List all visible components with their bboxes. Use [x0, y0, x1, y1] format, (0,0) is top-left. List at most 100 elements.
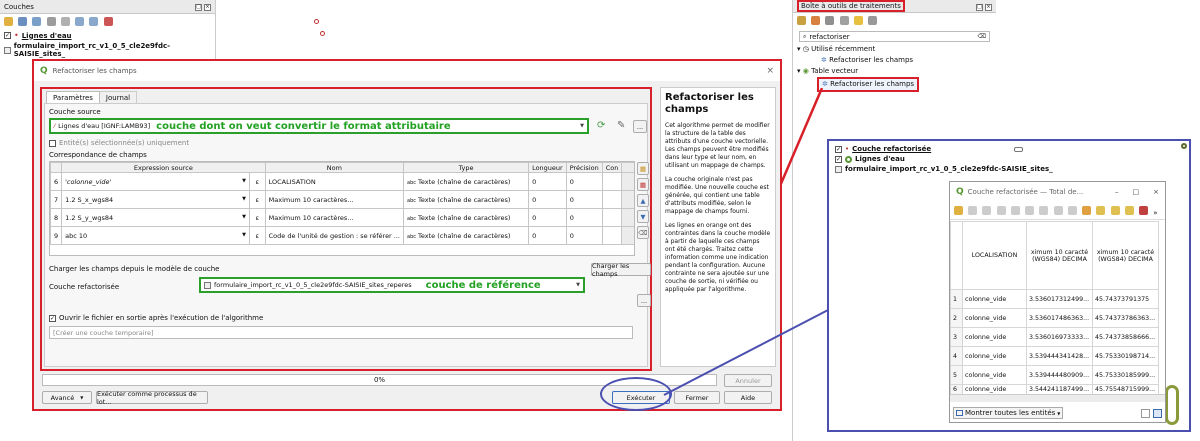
- models-icon[interactable]: [797, 16, 806, 25]
- add-field-icon[interactable]: ▦: [637, 162, 649, 175]
- precision-cell[interactable]: 0: [565, 190, 603, 209]
- edit-pencil-icon[interactable]: [954, 206, 963, 215]
- tree-item-refactor[interactable]: ✲ Refactoriser les champs: [817, 77, 920, 92]
- scrollbar[interactable]: [621, 208, 634, 227]
- open-after-checkbox[interactable]: ✓: [49, 314, 56, 322]
- column-header[interactable]: Con: [601, 162, 623, 173]
- table-cell[interactable]: 3.539444480909...: [1026, 365, 1093, 385]
- panel-window-buttons[interactable]: □ ×: [193, 2, 211, 11]
- panel-window-buttons[interactable]: □ ×: [974, 2, 992, 11]
- table-view-icon[interactable]: [1153, 408, 1162, 418]
- table-row[interactable]: 4 colonne_vide 3.539444341428... 45.7533019…: [950, 346, 1159, 366]
- name-cell[interactable]: LOCALISATION: [264, 172, 405, 191]
- scrollbar[interactable]: [621, 226, 634, 245]
- table-cell[interactable]: 3.536016973333...: [1026, 327, 1093, 347]
- delete-field-icon[interactable]: ▦: [637, 178, 649, 191]
- close-icon[interactable]: ×: [985, 3, 992, 11]
- table-cell[interactable]: colonne_vide: [962, 346, 1027, 366]
- advanced-button[interactable]: Avancé ▼: [42, 391, 92, 404]
- name-cell[interactable]: Maximum 10 caractères...: [264, 190, 405, 209]
- options-icon[interactable]: [868, 16, 878, 25]
- constraint-cell[interactable]: [601, 172, 623, 191]
- cut-icon[interactable]: [1039, 206, 1049, 215]
- open-style-icon[interactable]: [4, 17, 13, 26]
- constraint-cell[interactable]: [601, 208, 623, 227]
- scrollbar[interactable]: [621, 172, 634, 191]
- close-icon[interactable]: ×: [766, 66, 774, 76]
- table-row[interactable]: 1 colonne_vide 3.536017312499... 45.7437379…: [950, 289, 1159, 309]
- precision-cell[interactable]: 0: [565, 208, 603, 227]
- copy-icon[interactable]: [1053, 206, 1063, 215]
- batch-button[interactable]: Exécuter comme processus de lot...: [96, 390, 208, 406]
- filter-expression-icon[interactable]: [60, 17, 70, 26]
- move-up-icon[interactable]: ▲: [637, 194, 649, 207]
- table-cell[interactable]: 45.75548715999...: [1092, 384, 1159, 395]
- move-down-icon[interactable]: ▼: [637, 210, 649, 223]
- table-cell[interactable]: colonne_vide: [962, 365, 1027, 385]
- paste-icon[interactable]: [1067, 206, 1077, 215]
- type-cell[interactable]: abc Texte (chaîne de caractères): [402, 208, 530, 227]
- close-icon[interactable]: ×: [204, 4, 211, 11]
- expression-cell[interactable]: 'colonne_vide' ▼: [61, 172, 250, 191]
- table-row[interactable]: 5 colonne_vide 3.539444480909... 45.7533018…: [950, 365, 1159, 385]
- column-header[interactable]: ximum 10 caracté (WGS84) DECIMA: [1092, 221, 1159, 290]
- filter-icon[interactable]: [46, 17, 56, 26]
- selected-only-checkbox[interactable]: [49, 139, 56, 147]
- remove-layer-icon[interactable]: [103, 17, 113, 26]
- table-cell[interactable]: colonne_vide: [962, 308, 1027, 328]
- layer-item[interactable]: ✓ • Lignes d'eau: [0, 30, 215, 41]
- output-layer-input[interactable]: [Créer une couche temporaire]: [49, 326, 633, 339]
- collapse-all-icon[interactable]: [89, 17, 99, 26]
- column-header[interactable]: Type: [402, 162, 530, 173]
- results-icon[interactable]: [839, 16, 849, 25]
- constraint-cell[interactable]: [601, 226, 623, 245]
- table-cell[interactable]: colonne_vide: [962, 327, 1027, 347]
- table-cell[interactable]: 3.544241187499...: [1026, 384, 1093, 395]
- tree-group-vector-table[interactable]: ▾ ◉ Table vecteur: [797, 66, 996, 77]
- column-header[interactable]: Longueur: [528, 162, 567, 173]
- table-row[interactable]: 9 abc 10 ▼ ε Code de l'unité de gestion :…: [50, 226, 634, 245]
- minimize-icon[interactable]: –: [1115, 188, 1119, 196]
- reset-fields-icon[interactable]: ⌫: [637, 226, 649, 239]
- length-cell[interactable]: 0: [528, 190, 567, 209]
- iterate-icon[interactable]: ⟳: [597, 120, 605, 131]
- maximize-icon[interactable]: □: [1133, 188, 1140, 196]
- history-icon[interactable]: [825, 16, 835, 25]
- table-row[interactable]: 2 colonne_vide 3.536017486363... 45.7437378…: [950, 308, 1159, 328]
- constraint-cell[interactable]: [601, 190, 623, 209]
- table-cell[interactable]: 3.536017486363...: [1026, 308, 1093, 328]
- float-icon[interactable]: □: [976, 3, 983, 11]
- expression-button[interactable]: ε: [248, 190, 266, 209]
- layer-checkbox[interactable]: ✓: [835, 155, 842, 163]
- table-row[interactable]: 6 colonne_vide 3.544241187499... 45.7554871…: [950, 384, 1159, 395]
- show-all-button[interactable]: Montrer toutes les entités ▼: [953, 407, 1064, 419]
- edit-features-icon[interactable]: [853, 16, 863, 25]
- multi-edit-icon[interactable]: [968, 206, 978, 215]
- expression-cell[interactable]: 1.2 S_x_wgs84 ▼: [61, 190, 250, 209]
- scripts-icon[interactable]: [811, 16, 821, 25]
- invert-selection-icon[interactable]: [1110, 206, 1120, 215]
- chevron-down-icon[interactable]: ▼: [242, 196, 246, 202]
- type-cell[interactable]: abc Texte (chaîne de caractères): [402, 190, 530, 209]
- add-group-icon[interactable]: [18, 17, 28, 26]
- table-cell[interactable]: 45.74373858666...: [1092, 327, 1159, 347]
- chevron-down-icon[interactable]: ▼: [242, 214, 246, 220]
- column-header[interactable]: LOCALISATION: [962, 221, 1027, 290]
- table-row[interactable]: 6 'colonne_vide' ▼ ε LOCALISATION abc Text…: [50, 172, 634, 191]
- length-cell[interactable]: 0: [528, 226, 567, 245]
- scrollbar[interactable]: [621, 162, 634, 173]
- expression-button[interactable]: ε: [248, 172, 266, 191]
- layer-item[interactable]: ✓ • Couche refactorisée: [835, 144, 1183, 154]
- length-cell[interactable]: 0: [528, 172, 567, 191]
- reload-icon[interactable]: [996, 206, 1006, 215]
- form-view-icon[interactable]: [1141, 408, 1150, 418]
- layer-item[interactable]: formulaire_import_rc_v1_0_5_cle2e9fdc-SA…: [835, 164, 1183, 174]
- filter-select-icon[interactable]: [1139, 206, 1149, 215]
- table-cell[interactable]: 45.75330198714...: [1092, 346, 1159, 366]
- tree-item-refactor-recent[interactable]: ✲ Refactoriser les champs: [797, 55, 996, 66]
- table-row[interactable]: 3 colonne_vide 3.536016973333... 45.7437385…: [950, 327, 1159, 347]
- type-cell[interactable]: abc Texte (chaîne de caractères): [402, 226, 530, 245]
- name-cell[interactable]: Code de l'unité de gestion : se référer …: [264, 226, 405, 245]
- type-cell[interactable]: abc Texte (chaîne de caractères): [402, 172, 530, 191]
- open-after-option[interactable]: ✓ Ouvrir le fichier en sortie après l'ex…: [49, 314, 263, 322]
